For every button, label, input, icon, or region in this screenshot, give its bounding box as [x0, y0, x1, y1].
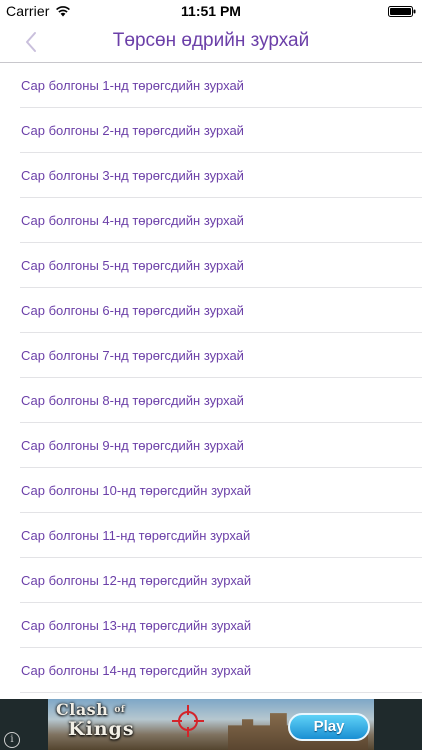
- zodiac-day-list: Сар болгоны 1-нд төрөгсдийн зурхай Сар б…: [0, 63, 422, 699]
- list-item[interactable]: Сар болгоны 10-нд төрөгсдийн зурхай: [20, 468, 422, 513]
- list-item[interactable]: Сар болгоны 7-нд төрөгсдийн зурхай: [20, 333, 422, 378]
- ad-play-button[interactable]: Play: [288, 713, 370, 741]
- ad-banner[interactable]: Clash of Kings Play i: [0, 699, 422, 750]
- list-item-label: Сар болгоны 5-нд төрөгсдийн зурхай: [21, 257, 244, 273]
- ad-logo-of: of: [114, 705, 126, 715]
- list-item[interactable]: Сар болгоны 3-нд төрөгсдийн зурхай: [20, 153, 422, 198]
- ad-creative[interactable]: Clash of Kings Play: [48, 699, 374, 750]
- list-item-label: Сар болгоны 11-нд төрөгсдийн зурхай: [21, 527, 251, 543]
- list-item[interactable]: Сар болгоны 1-нд төрөгсдийн зурхай: [20, 63, 422, 108]
- crosshair-icon: [172, 705, 204, 737]
- ad-logo-clash: Clash: [56, 700, 109, 719]
- list-item[interactable]: Сар болгоны 4-нд төрөгсдийн зурхай: [20, 198, 422, 243]
- list-item[interactable]: Сар болгоны 8-нд төрөгсдийн зурхай: [20, 378, 422, 423]
- list-item-label: Сар болгоны 3-нд төрөгсдийн зурхай: [21, 167, 244, 183]
- ad-logo: Clash of Kings: [54, 702, 154, 746]
- list-item-label: Сар болгоны 6-нд төрөгсдийн зурхай: [21, 302, 244, 318]
- list-item[interactable]: Сар болгоны 6-нд төрөгсдийн зурхай: [20, 288, 422, 333]
- list-item-label: Сар болгоны 14-нд төрөгсдийн зурхай: [21, 662, 252, 678]
- battery-icon: [388, 6, 416, 17]
- status-bar: Carrier 11:51 PM: [0, 0, 422, 22]
- list-item-label: Сар болгоны 7-нд төрөгсдийн зурхай: [21, 347, 244, 363]
- ad-logo-kings: Kings: [68, 718, 135, 740]
- list-item[interactable]: Сар болгоны 2-нд төрөгсдийн зурхай: [20, 108, 422, 153]
- list-item-label: Сар болгоны 13-нд төрөгсдийн зурхай: [21, 617, 252, 633]
- list-item[interactable]: Сар болгоны 5-нд төрөгсдийн зурхай: [20, 243, 422, 288]
- page-title: Төрсөн өдрийн зурхай: [112, 30, 310, 51]
- list-item[interactable]: Сар болгоны 11-нд төрөгсдийн зурхай: [20, 513, 422, 558]
- list-item-label: Сар болгоны 8-нд төрөгсдийн зурхай: [21, 392, 244, 408]
- list-item-label: Сар болгоны 10-нд төрөгсдийн зурхай: [21, 482, 252, 498]
- list-item-label: Сар болгоны 12-нд төрөгсдийн зурхай: [21, 572, 252, 588]
- navigation-bar: Төрсөн өдрийн зурхай: [0, 22, 422, 63]
- info-icon[interactable]: i: [4, 732, 20, 748]
- list-item[interactable]: Сар болгоны 14-нд төрөгсдийн зурхай: [20, 648, 422, 693]
- list-item[interactable]: Сар болгоны 9-нд төрөгсдийн зурхай: [20, 423, 422, 468]
- status-time: 11:51 PM: [181, 3, 241, 19]
- list-item[interactable]: Сар болгоны 12-нд төрөгсдийн зурхай: [20, 558, 422, 603]
- list-item-label: Сар болгоны 4-нд төрөгсдийн зурхай: [21, 212, 244, 228]
- list-item-label: Сар болгоны 1-нд төрөгсдийн зурхай: [21, 77, 244, 93]
- list-item[interactable]: Сар болгоны 13-нд төрөгсдийн зурхай: [20, 603, 422, 648]
- list-item-label: Сар болгоны 9-нд төрөгсдийн зурхай: [21, 437, 244, 453]
- list-item-label: Сар болгоны 2-нд төрөгсдийн зурхай: [21, 122, 244, 138]
